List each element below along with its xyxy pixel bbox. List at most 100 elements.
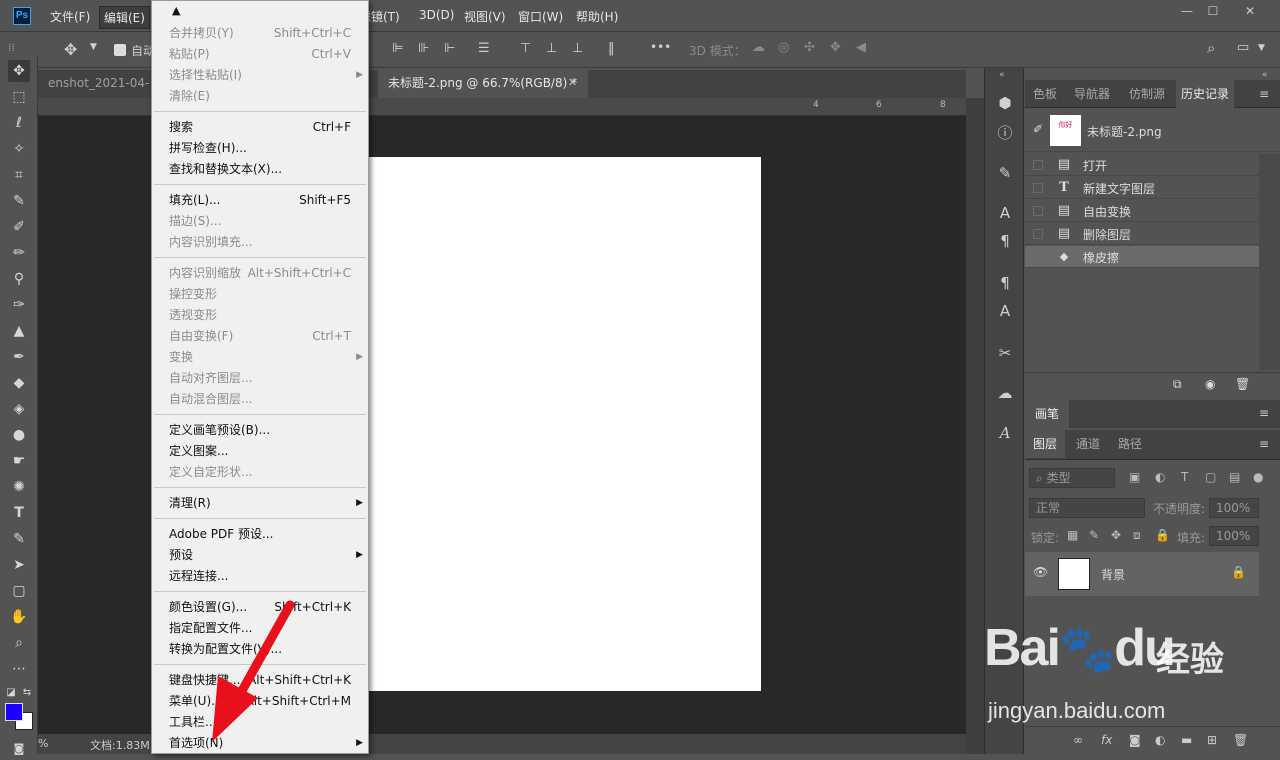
tab-channels[interactable]: 通道 [1067, 430, 1109, 458]
tab-swatches[interactable]: 色板 [1025, 80, 1065, 108]
marquee-tool-icon[interactable]: ⬚ [8, 86, 30, 108]
filter-smart-icon[interactable]: ▤ [1229, 470, 1240, 484]
rectangle-tool-icon[interactable]: ▢ [8, 580, 30, 602]
distribute-vertical-icon[interactable]: ‖ [608, 41, 615, 56]
menu-item[interactable]: 搜索 Ctrl+F [152, 117, 368, 138]
history-checkbox[interactable] [1033, 206, 1043, 216]
blend-mode-select[interactable]: 正常 [1029, 498, 1145, 518]
blur-tool-icon[interactable]: ● [8, 424, 30, 446]
layer-row-background[interactable]: 👁 背景 🔒 [1025, 552, 1259, 596]
menu-item[interactable]: 查找和替换文本(X)... [152, 159, 368, 180]
adjustment-layer-icon[interactable]: ◐ [1155, 733, 1165, 747]
tab-paths[interactable]: 路径 [1111, 430, 1149, 458]
history-checkbox[interactable] [1033, 160, 1043, 170]
menu-item[interactable]: Adobe PDF 预设... [152, 524, 368, 545]
menu-item[interactable]: 远程连接... [152, 566, 368, 587]
history-checkbox[interactable] [1033, 229, 1043, 239]
history-brush-source-icon[interactable]: ✐ [1033, 122, 1043, 136]
panel-menu-icon[interactable]: ≡ [1259, 87, 1269, 101]
lock-pixels-icon[interactable]: ✎ [1089, 528, 1099, 542]
link-layers-icon[interactable]: ∞ [1073, 733, 1083, 747]
collapse-icon[interactable]: « [999, 70, 1005, 80]
tab-brush[interactable]: 画笔 [1025, 400, 1069, 428]
type-tool-icon[interactable]: T [8, 502, 30, 524]
libraries-icon[interactable]: ☁ [994, 382, 1016, 404]
vertical-scrollbar[interactable] [966, 98, 984, 754]
layer-filter-select[interactable]: ⌕ 类型 [1029, 468, 1115, 488]
menu-item[interactable]: 预设 ▶ [152, 545, 368, 566]
menu-window[interactable]: 窗口(W) [518, 8, 563, 25]
align-bottom-icon[interactable]: ⊥ [572, 41, 583, 56]
minimize-button[interactable]: — [1177, 4, 1197, 20]
character-icon[interactable]: A [994, 202, 1016, 224]
glyphs-icon[interactable]: A [994, 422, 1016, 444]
new-layer-icon[interactable]: ⊞ [1207, 733, 1217, 747]
stamp-icon[interactable]: ▲ [8, 320, 30, 342]
close-window-button[interactable]: ✕ [1240, 4, 1260, 20]
clone-stamp-icon[interactable]: ⚲ [8, 268, 30, 290]
tab-navigator[interactable]: 导航器 [1067, 80, 1117, 108]
menu-item[interactable]: 颜色设置(G)... Shift+Ctrl+K [152, 597, 368, 618]
3d-orbit-icon[interactable]: ☁ [752, 40, 765, 55]
history-checkbox[interactable] [1033, 252, 1043, 262]
history-brush-icon[interactable]: ✑ [8, 294, 30, 316]
menu-item[interactable]: 定义画笔预设(B)... [152, 420, 368, 441]
menu-help[interactable]: 帮助(H) [576, 8, 618, 25]
crop-tool-icon[interactable]: ⌗ [8, 164, 30, 186]
3d-pan-icon[interactable]: ✣ [804, 40, 815, 55]
filter-toggle-icon[interactable]: ● [1253, 470, 1263, 484]
distribute-icon[interactable]: ☰ [478, 41, 490, 56]
pen-tool-icon[interactable]: ✎ [8, 528, 30, 550]
3d-panel-icon[interactable]: ⬢ [994, 92, 1016, 114]
info-icon[interactable]: ⓘ [994, 122, 1016, 144]
menu-item[interactable]: 菜单(U)... Alt+Shift+Ctrl+M [152, 691, 368, 712]
lock-transparent-icon[interactable]: ▦ [1067, 528, 1078, 542]
foreground-color-swatch[interactable] [5, 703, 23, 721]
history-item-selected[interactable]: ◆ 橡皮擦 [1025, 246, 1259, 268]
menu-item[interactable]: 键盘快捷键... Alt+Shift+Ctrl+K [152, 670, 368, 691]
panel-menu-icon[interactable]: ≡ [1259, 437, 1269, 451]
tab-screenshot[interactable]: enshot_2021-04-13- [38, 70, 150, 98]
lock-all-icon[interactable]: 🔒 [1155, 528, 1170, 542]
lock-artboard-icon[interactable]: ⧈ [1133, 528, 1141, 543]
swap-colors-icon[interactable]: ⇆ [20, 682, 34, 704]
hand-tool-icon[interactable]: ✋ [8, 606, 30, 628]
menu-edit[interactable]: 编辑(E) [99, 6, 150, 29]
zoom-level[interactable]: % [38, 737, 48, 750]
align-top-icon[interactable]: ⊤ [520, 41, 531, 56]
lasso-tool-icon[interactable]: ℓ [8, 112, 30, 134]
zoom-tool-icon[interactable]: ⌕ [8, 632, 30, 654]
more-tools-icon[interactable]: ⋯ [8, 658, 30, 680]
more-options-icon[interactable]: ••• [650, 40, 671, 54]
filter-shape-icon[interactable]: ▢ [1205, 470, 1216, 484]
tab-untitled-2[interactable]: 未标题-2.png @ 66.7%(RGB/8) * [378, 70, 588, 98]
history-item[interactable]: ▤ 删除图层 [1025, 223, 1259, 245]
menu-3d[interactable]: 3D(D) [419, 8, 454, 22]
history-scrollbar[interactable] [1259, 154, 1280, 370]
brush-settings-icon[interactable]: ✎ [994, 162, 1016, 184]
menu-item[interactable]: 首选项(N) ▶ [152, 733, 368, 754]
fill-input[interactable]: 100% [1209, 526, 1259, 546]
scroll-up-icon[interactable]: ▲ [172, 4, 180, 17]
sponge-tool-icon[interactable]: ✺ [8, 476, 30, 498]
tab-layers[interactable]: 图层 [1025, 430, 1065, 458]
menu-item[interactable]: 清理(R) ▶ [152, 493, 368, 514]
workspace-chevron-icon[interactable]: ▼ [1258, 43, 1265, 53]
art-history-brush-icon[interactable]: ✒ [8, 346, 30, 368]
menu-item[interactable]: 工具栏... [152, 712, 368, 733]
mask-icon[interactable]: ◙ [1129, 733, 1141, 747]
brush-tool-icon[interactable]: ✏ [8, 242, 30, 264]
filter-type-icon[interactable]: T [1181, 470, 1188, 484]
delete-layer-icon[interactable]: 🗑 [1233, 733, 1248, 747]
close-tab-icon[interactable]: ✕ [568, 76, 577, 89]
healing-brush-icon[interactable]: ✐ [8, 216, 30, 238]
3d-slide-icon[interactable]: ✥ [830, 40, 841, 55]
default-colors-icon[interactable]: ◪ [4, 682, 18, 704]
menu-file[interactable]: 文件(F) [50, 8, 90, 25]
history-checkbox[interactable] [1033, 183, 1043, 193]
eraser-tool-icon[interactable]: ◆ [8, 372, 30, 394]
filter-adjustment-icon[interactable]: ◐ [1155, 470, 1165, 484]
collapse-icon[interactable]: « [1262, 70, 1268, 80]
eye-icon[interactable]: 👁 [1033, 565, 1048, 579]
trash-icon[interactable]: 🗑 [1235, 377, 1250, 391]
